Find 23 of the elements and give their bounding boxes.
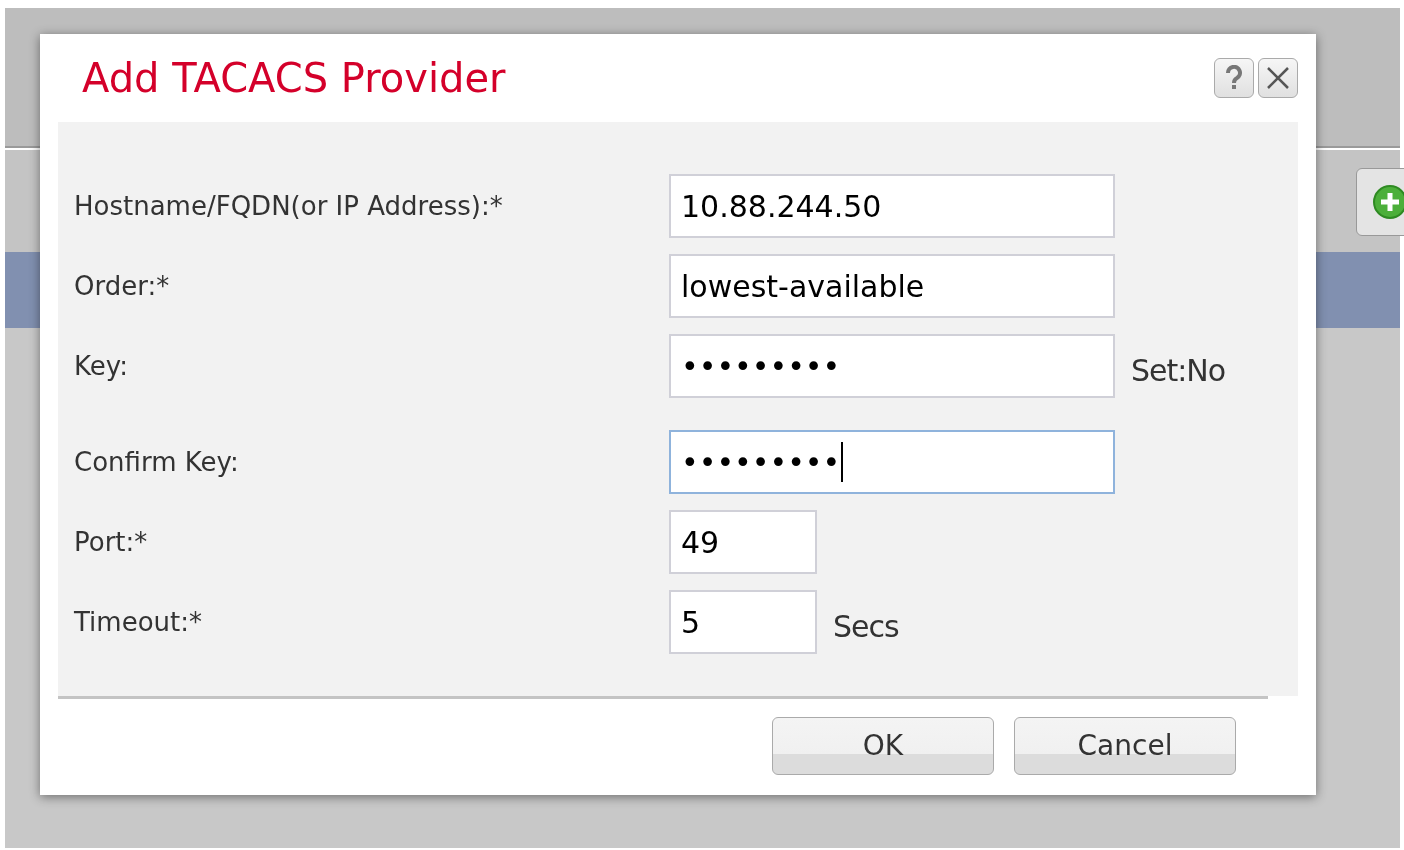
field-suffix: Set:No [1131, 351, 1226, 390]
cancel-button[interactable]: Cancel [1014, 717, 1236, 775]
plus-icon [1373, 185, 1404, 219]
input-field[interactable]: ••••••••• [669, 430, 1115, 494]
help-icon [1225, 65, 1243, 91]
help-button[interactable] [1214, 58, 1254, 98]
field-label: Confirm Key: [73, 445, 240, 479]
input-field[interactable]: 5 [669, 590, 817, 654]
input-field[interactable]: 49 [669, 510, 817, 574]
field-label: Key: [73, 349, 129, 383]
input-field[interactable]: 10.88.244.50 [669, 174, 1115, 238]
ok-button[interactable]: OK [772, 717, 994, 775]
add-button[interactable] [1356, 168, 1404, 236]
input-field[interactable]: lowest-available [669, 254, 1115, 318]
close-button[interactable] [1258, 58, 1298, 98]
field-label: Timeout:* [73, 605, 203, 639]
field-label: Port:* [73, 525, 149, 559]
input-field[interactable]: ••••••••• [669, 334, 1115, 398]
field-label: Order:* [73, 269, 171, 303]
field-label: Hostname/FQDN(or IP Address):* [73, 189, 504, 223]
close-icon [1266, 66, 1290, 90]
field-suffix: Secs [833, 607, 899, 646]
dialog-title: Add TACACS Provider [82, 54, 506, 103]
